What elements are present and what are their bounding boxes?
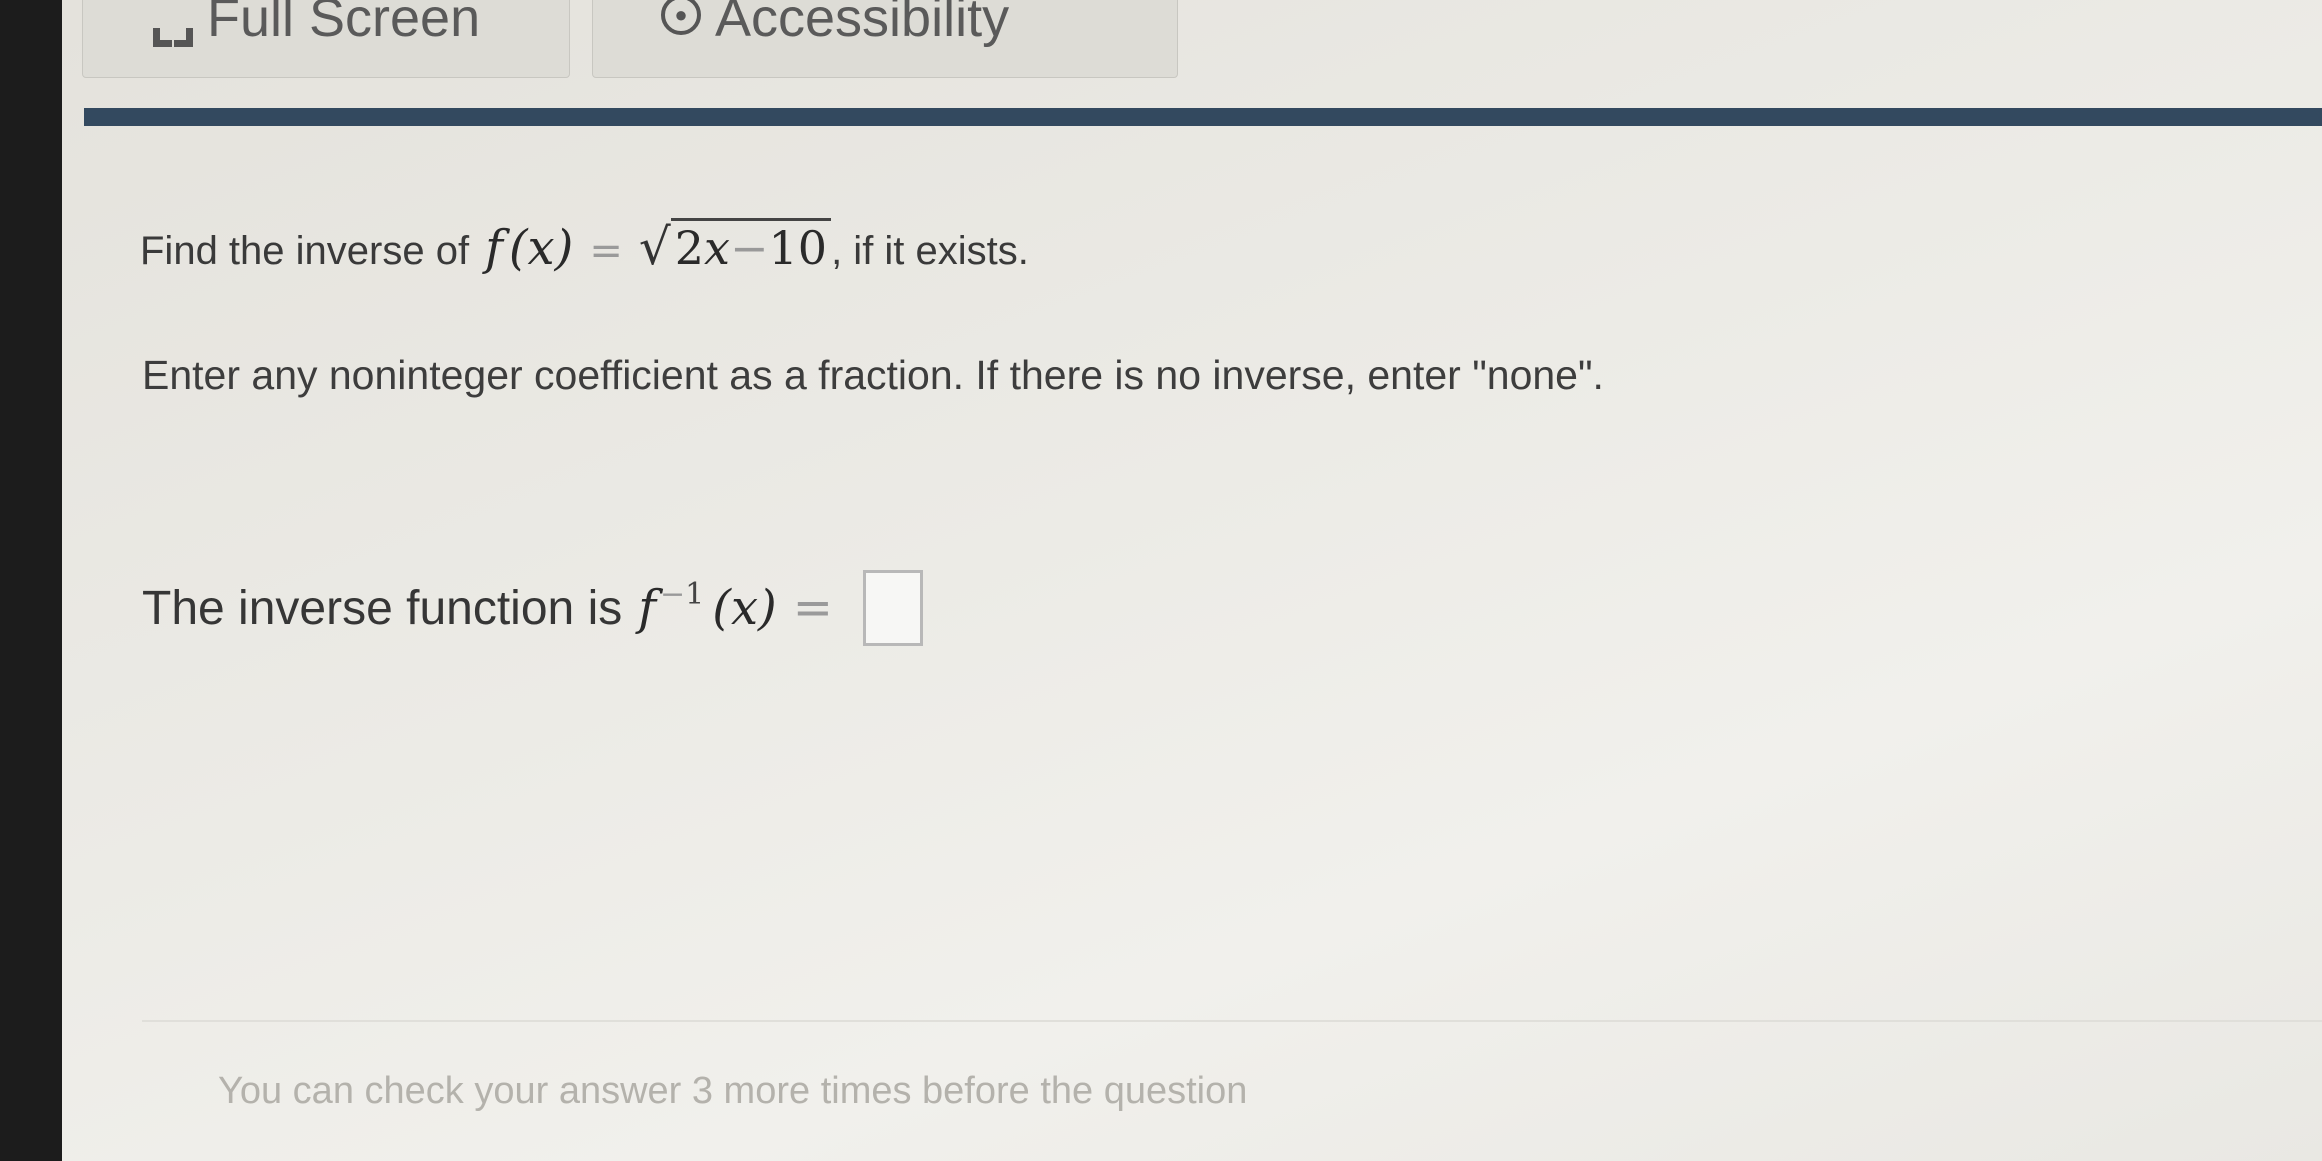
function-name: f: [485, 220, 503, 276]
attempts-remaining-text: You can check your answer 3 more times b…: [218, 1070, 1248, 1112]
accessibility-button[interactable]: ● Accessibility: [592, 0, 1178, 78]
superscript-minus: −: [660, 576, 686, 612]
app-screen: Full Screen ● Accessibility Find the inv…: [62, 0, 2322, 1161]
instruction-text: Enter any noninteger coefficient as a fr…: [142, 352, 1604, 398]
radicand-constant: 10: [768, 221, 828, 275]
superscript-one: 1: [685, 576, 705, 612]
radicand-variable: x: [704, 221, 730, 275]
question-text: Find the inverse of f (x) = √ 2x−10 , if…: [140, 218, 1029, 276]
answer-input[interactable]: [862, 570, 923, 646]
inverse-superscript: −1: [660, 577, 704, 612]
radicand-minus: −: [729, 221, 769, 275]
answer-row: The inverse function is f −1 (x) =: [142, 570, 923, 646]
full-screen-label: Full Screen: [207, 0, 481, 48]
inverse-function-arg: (x): [712, 580, 777, 636]
question-prefix: Find the inverse of: [140, 229, 470, 273]
radical-icon: √: [638, 218, 671, 276]
inverse-function-name: f: [638, 580, 656, 636]
radicand-coefficient: 2: [674, 221, 705, 275]
radicand: 2x−10: [670, 218, 832, 275]
question-suffix: , if it exists.: [831, 229, 1029, 273]
equals-sign: =: [589, 228, 623, 274]
full-screen-button[interactable]: Full Screen: [82, 0, 570, 78]
answer-prefix: The inverse function is: [142, 581, 623, 635]
function-arg: (x): [508, 220, 574, 276]
footer-divider: [142, 1020, 2322, 1022]
header-divider: [84, 108, 2322, 126]
expand-icon: [153, 7, 193, 47]
answer-equals-sign: =: [792, 580, 833, 636]
accessibility-label: Accessibility: [715, 0, 1010, 48]
accessibility-icon: ●: [661, 0, 701, 35]
